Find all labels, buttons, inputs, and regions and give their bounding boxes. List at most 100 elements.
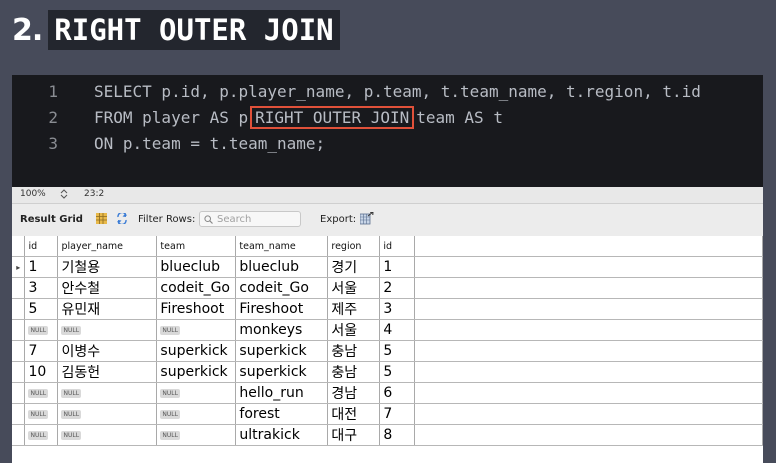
column-header-team-id[interactable]: id [379, 236, 416, 257]
export-icon[interactable] [360, 212, 374, 225]
null-badge: NULL [28, 430, 49, 440]
filter-search-input[interactable]: Search [199, 211, 301, 227]
cell-team-id[interactable]: 5 [379, 361, 416, 383]
row-selector[interactable] [12, 319, 26, 341]
cell-player-name[interactable]: NULL [57, 424, 158, 446]
cell-region[interactable]: 대구 [327, 424, 381, 446]
cell-team-id[interactable]: 4 [379, 319, 416, 341]
cell-region[interactable]: 제주 [327, 298, 381, 320]
empty-cell [414, 382, 763, 404]
row-selector[interactable] [12, 340, 26, 362]
null-badge: NULL [28, 388, 49, 398]
code-text[interactable]: SELECT p.id, p.player_name, p.team, t.te… [94, 82, 701, 101]
cell-region[interactable]: 경남 [327, 382, 381, 404]
cell-team-id[interactable]: 7 [379, 403, 416, 425]
cell-region[interactable]: 서울 [327, 319, 381, 341]
cell-region[interactable]: 충남 [327, 361, 381, 383]
grid-view-icon[interactable] [96, 213, 107, 224]
cell-team-name[interactable]: superkick [235, 361, 329, 383]
cell-id[interactable]: 5 [24, 298, 59, 320]
cell-team-name[interactable]: ultrakick [235, 424, 329, 446]
table-row[interactable]: 5 유민재 Fireshoot Fireshoot 제주 3 [12, 298, 763, 320]
cell-team[interactable]: superkick [156, 361, 237, 383]
cell-team-id[interactable]: 2 [379, 277, 416, 299]
cell-team-id[interactable]: 1 [379, 256, 416, 278]
cell-id[interactable]: 10 [24, 361, 59, 383]
refresh-icon[interactable] [116, 213, 128, 224]
cell-team-id[interactable]: 8 [379, 424, 416, 446]
cell-player-name[interactable]: 김동헌 [57, 361, 158, 383]
cell-id[interactable]: 3 [24, 277, 59, 299]
cell-team-name[interactable]: monkeys [235, 319, 329, 341]
cell-team-name[interactable]: blueclub [235, 256, 329, 278]
cell-player-name[interactable]: NULL [57, 382, 158, 404]
column-header-team-name[interactable]: team_name [235, 236, 329, 257]
cell-team-name[interactable]: superkick [235, 340, 329, 362]
code-text[interactable]: team AS t [416, 108, 503, 127]
cell-id[interactable]: NULL [24, 382, 59, 404]
cell-player-name[interactable]: 안수철 [57, 277, 158, 299]
column-header-id[interactable]: id [24, 236, 59, 257]
column-header-team[interactable]: team [156, 236, 237, 257]
cell-team[interactable]: NULL [156, 403, 237, 425]
row-selector[interactable] [12, 277, 26, 299]
cell-team[interactable]: NULL [156, 424, 237, 446]
cell-team[interactable]: blueclub [156, 256, 237, 278]
cell-id[interactable]: NULL [24, 424, 59, 446]
cell-team-name[interactable]: hello_run [235, 382, 329, 404]
cell-team[interactable]: codeit_Go [156, 277, 237, 299]
table-row[interactable]: NULL NULL NULL hello_run 경남 6 [12, 382, 763, 404]
result-grid[interactable]: id player_name team team_name region id … [12, 236, 763, 463]
cell-player-name[interactable]: 이병수 [57, 340, 158, 362]
empty-cell [414, 403, 763, 425]
cell-region[interactable]: 충남 [327, 340, 381, 362]
cell-team-name[interactable]: codeit_Go [235, 277, 329, 299]
search-placeholder: Search [217, 213, 252, 225]
cell-player-name[interactable]: 유민재 [57, 298, 158, 320]
column-header-region[interactable]: region [327, 236, 381, 257]
cell-team[interactable]: NULL [156, 319, 237, 341]
row-selector[interactable]: ▸ [12, 256, 26, 278]
table-row[interactable]: 10 김동헌 superkick superkick 충남 5 [12, 361, 763, 383]
cell-player-name[interactable]: NULL [57, 403, 158, 425]
row-selector[interactable] [12, 298, 26, 320]
table-row[interactable]: 3 안수철 codeit_Go codeit_Go 서울 2 [12, 277, 763, 299]
cell-region[interactable]: 대전 [327, 403, 381, 425]
cell-team-name[interactable]: Fireshoot [235, 298, 329, 320]
row-selector[interactable] [12, 382, 26, 404]
code-line-2[interactable]: 2 FROM player AS p RIGHT OUTER JOIN team… [12, 104, 503, 130]
cell-region[interactable]: 경기 [327, 256, 381, 278]
cell-team[interactable]: superkick [156, 340, 237, 362]
cell-team[interactable]: NULL [156, 382, 237, 404]
row-selector[interactable] [12, 403, 26, 425]
cell-team-name[interactable]: forest [235, 403, 329, 425]
cell-region[interactable]: 서울 [327, 277, 381, 299]
sql-editor[interactable]: 1 SELECT p.id, p.player_name, p.team, t.… [12, 75, 763, 187]
row-selector[interactable] [12, 424, 26, 446]
zoom-level[interactable]: 100% [20, 189, 46, 199]
cell-player-name[interactable]: 기철용 [57, 256, 158, 278]
cell-id[interactable]: 7 [24, 340, 59, 362]
table-row[interactable]: 7 이병수 superkick superkick 충남 5 [12, 340, 763, 362]
cell-id[interactable]: 1 [24, 256, 59, 278]
table-row[interactable]: NULL NULL NULL forest 대전 7 [12, 403, 763, 425]
cell-id[interactable]: NULL [24, 319, 59, 341]
table-row[interactable]: NULL NULL NULL ultrakick 대구 8 [12, 424, 763, 446]
result-grid-label[interactable]: Result Grid [20, 214, 83, 225]
export-label: Export: [320, 214, 357, 225]
column-header-player-name[interactable]: player_name [57, 236, 158, 257]
row-selector[interactable] [12, 361, 26, 383]
cell-id[interactable]: NULL [24, 403, 59, 425]
code-text[interactable]: ON p.team = t.team_name; [94, 134, 325, 153]
code-line-3[interactable]: 3 ON p.team = t.team_name; [12, 130, 325, 156]
cell-team[interactable]: Fireshoot [156, 298, 237, 320]
code-line-1[interactable]: 1 SELECT p.id, p.player_name, p.team, t.… [12, 78, 701, 104]
table-row[interactable]: ▸ 1 기철용 blueclub blueclub 경기 1 [12, 256, 763, 278]
table-row[interactable]: NULL NULL NULL monkeys 서울 4 [12, 319, 763, 341]
zoom-stepper-icon[interactable] [60, 189, 68, 202]
code-text[interactable]: FROM player AS p [94, 108, 248, 127]
cell-team-id[interactable]: 6 [379, 382, 416, 404]
cell-team-id[interactable]: 3 [379, 298, 416, 320]
cell-team-id[interactable]: 5 [379, 340, 416, 362]
cell-player-name[interactable]: NULL [57, 319, 158, 341]
